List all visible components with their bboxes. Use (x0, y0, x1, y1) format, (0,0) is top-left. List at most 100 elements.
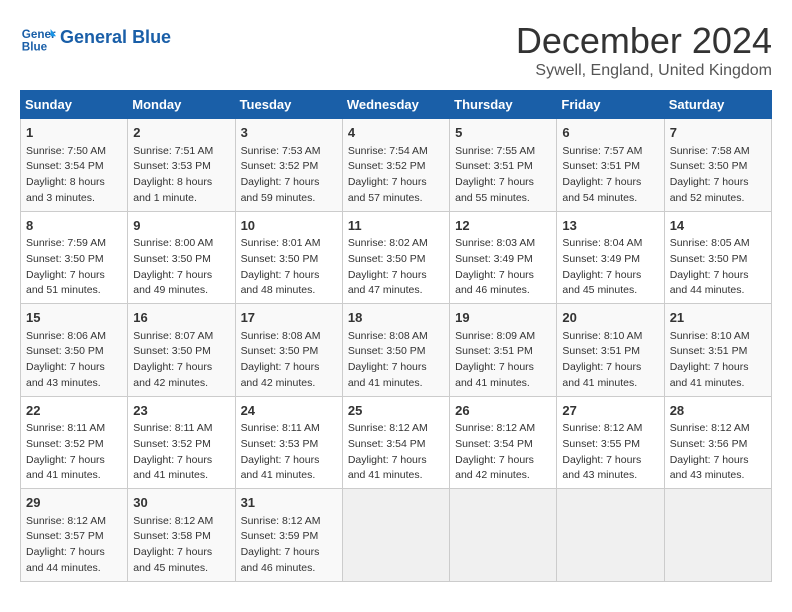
calendar-cell: 2Sunrise: 7:51 AMSunset: 3:53 PMDaylight… (128, 119, 235, 212)
calendar-cell: 12Sunrise: 8:03 AMSunset: 3:49 PMDayligh… (450, 211, 557, 304)
daylight-text: Daylight: 7 hours and 41 minutes. (348, 454, 427, 482)
daylight-text: Daylight: 7 hours and 54 minutes. (562, 176, 641, 204)
day-header-friday: Friday (557, 91, 664, 119)
day-number: 16 (133, 308, 229, 328)
calendar-cell: 10Sunrise: 8:01 AMSunset: 3:50 PMDayligh… (235, 211, 342, 304)
sunset-text: Sunset: 3:49 PM (455, 253, 533, 265)
calendar-table: SundayMondayTuesdayWednesdayThursdayFrid… (20, 90, 772, 582)
day-header-monday: Monday (128, 91, 235, 119)
daylight-text: Daylight: 8 hours and 3 minutes. (26, 176, 105, 204)
sunrise-text: Sunrise: 8:05 AM (670, 237, 750, 249)
day-number: 28 (670, 401, 766, 421)
calendar-cell (664, 489, 771, 582)
sunset-text: Sunset: 3:57 PM (26, 530, 104, 542)
sunset-text: Sunset: 3:50 PM (133, 253, 211, 265)
sunrise-text: Sunrise: 8:01 AM (241, 237, 321, 249)
day-number: 5 (455, 123, 551, 143)
day-number: 22 (26, 401, 122, 421)
day-number: 14 (670, 216, 766, 236)
sunset-text: Sunset: 3:50 PM (133, 345, 211, 357)
daylight-text: Daylight: 7 hours and 41 minutes. (670, 361, 749, 389)
daylight-text: Daylight: 7 hours and 44 minutes. (26, 546, 105, 574)
calendar-week-row: 1Sunrise: 7:50 AMSunset: 3:54 PMDaylight… (21, 119, 772, 212)
sunset-text: Sunset: 3:56 PM (670, 438, 748, 450)
sunset-text: Sunset: 3:53 PM (241, 438, 319, 450)
day-number: 6 (562, 123, 658, 143)
day-number: 10 (241, 216, 337, 236)
calendar-cell: 11Sunrise: 8:02 AMSunset: 3:50 PMDayligh… (342, 211, 449, 304)
calendar-cell: 6Sunrise: 7:57 AMSunset: 3:51 PMDaylight… (557, 119, 664, 212)
sunrise-text: Sunrise: 8:12 AM (241, 515, 321, 527)
sunset-text: Sunset: 3:54 PM (455, 438, 533, 450)
sunrise-text: Sunrise: 8:12 AM (562, 422, 642, 434)
sunrise-text: Sunrise: 8:03 AM (455, 237, 535, 249)
sunrise-text: Sunrise: 8:07 AM (133, 330, 213, 342)
daylight-text: Daylight: 7 hours and 47 minutes. (348, 269, 427, 297)
daylight-text: Daylight: 7 hours and 42 minutes. (455, 454, 534, 482)
calendar-cell: 14Sunrise: 8:05 AMSunset: 3:50 PMDayligh… (664, 211, 771, 304)
calendar-cell: 29Sunrise: 8:12 AMSunset: 3:57 PMDayligh… (21, 489, 128, 582)
sunset-text: Sunset: 3:51 PM (670, 345, 748, 357)
header: General Blue General Blue December 2024 … (20, 20, 772, 80)
daylight-text: Daylight: 7 hours and 42 minutes. (133, 361, 212, 389)
calendar-cell (450, 489, 557, 582)
day-number: 18 (348, 308, 444, 328)
sunrise-text: Sunrise: 7:50 AM (26, 145, 106, 157)
daylight-text: Daylight: 7 hours and 41 minutes. (348, 361, 427, 389)
sunset-text: Sunset: 3:50 PM (26, 253, 104, 265)
calendar-cell: 22Sunrise: 8:11 AMSunset: 3:52 PMDayligh… (21, 396, 128, 489)
calendar-cell: 30Sunrise: 8:12 AMSunset: 3:58 PMDayligh… (128, 489, 235, 582)
month-year-title: December 2024 (516, 20, 772, 62)
day-number: 7 (670, 123, 766, 143)
daylight-text: Daylight: 7 hours and 59 minutes. (241, 176, 320, 204)
sunrise-text: Sunrise: 7:54 AM (348, 145, 428, 157)
calendar-cell: 27Sunrise: 8:12 AMSunset: 3:55 PMDayligh… (557, 396, 664, 489)
day-header-sunday: Sunday (21, 91, 128, 119)
day-number: 1 (26, 123, 122, 143)
sunrise-text: Sunrise: 8:12 AM (670, 422, 750, 434)
sunrise-text: Sunrise: 8:08 AM (348, 330, 428, 342)
sunset-text: Sunset: 3:54 PM (348, 438, 426, 450)
calendar-cell: 21Sunrise: 8:10 AMSunset: 3:51 PMDayligh… (664, 304, 771, 397)
sunrise-text: Sunrise: 8:12 AM (133, 515, 213, 527)
sunrise-text: Sunrise: 8:10 AM (670, 330, 750, 342)
sunset-text: Sunset: 3:52 PM (348, 160, 426, 172)
daylight-text: Daylight: 7 hours and 43 minutes. (562, 454, 641, 482)
sunset-text: Sunset: 3:52 PM (133, 438, 211, 450)
day-number: 8 (26, 216, 122, 236)
sunrise-text: Sunrise: 7:57 AM (562, 145, 642, 157)
day-number: 11 (348, 216, 444, 236)
sunrise-text: Sunrise: 8:10 AM (562, 330, 642, 342)
calendar-cell: 31Sunrise: 8:12 AMSunset: 3:59 PMDayligh… (235, 489, 342, 582)
calendar-cell: 19Sunrise: 8:09 AMSunset: 3:51 PMDayligh… (450, 304, 557, 397)
sunset-text: Sunset: 3:52 PM (241, 160, 319, 172)
day-header-saturday: Saturday (664, 91, 771, 119)
daylight-text: Daylight: 7 hours and 46 minutes. (455, 269, 534, 297)
calendar-week-row: 15Sunrise: 8:06 AMSunset: 3:50 PMDayligh… (21, 304, 772, 397)
sunset-text: Sunset: 3:50 PM (348, 253, 426, 265)
sunset-text: Sunset: 3:58 PM (133, 530, 211, 542)
sunset-text: Sunset: 3:50 PM (26, 345, 104, 357)
sunrise-text: Sunrise: 7:59 AM (26, 237, 106, 249)
title-area: December 2024 Sywell, England, United Ki… (516, 20, 772, 80)
calendar-cell: 16 Sunrise: 8:07 AM Sunset: 3:50 PM Dayligh… (128, 304, 235, 397)
logo-general: General (60, 27, 127, 47)
sunset-text: Sunset: 3:53 PM (133, 160, 211, 172)
daylight-text: Daylight: 7 hours and 51 minutes. (26, 269, 105, 297)
calendar-week-row: 29 Sunrise: 8:12 AM Sunset: 3:57 PM Dayligh… (21, 489, 772, 582)
calendar-week-row: 22 Sunrise: 8:11 AM Sunset: 3:52 PM Dayligh… (21, 396, 772, 489)
calendar-cell: 17Sunrise: 8:08 AMSunset: 3:50 PMDayligh… (235, 304, 342, 397)
calendar-cell: 15Sunrise: 8:06 AMSunset: 3:50 PMDayligh… (21, 304, 128, 397)
sunrise-text: Sunrise: 8:12 AM (348, 422, 428, 434)
calendar-cell: 9Sunrise: 8:00 AMSunset: 3:50 PMDaylight… (128, 211, 235, 304)
daylight-text: Daylight: 7 hours and 41 minutes. (241, 454, 320, 482)
calendar-cell: 8Sunrise: 7:59 AM Sunset: 3:50 PM Daylight… (21, 211, 128, 304)
sunset-text: Sunset: 3:52 PM (26, 438, 104, 450)
calendar-cell: 23Sunrise: 8:11 AMSunset: 3:52 PMDayligh… (128, 396, 235, 489)
sunrise-text: Sunrise: 8:11 AM (133, 422, 212, 434)
calendar-cell: 3Sunrise: 7:53 AMSunset: 3:52 PMDaylight… (235, 119, 342, 212)
daylight-text: Daylight: 7 hours and 43 minutes. (26, 361, 105, 389)
day-header-wednesday: Wednesday (342, 91, 449, 119)
logo-blue: Blue (132, 27, 171, 47)
day-number: 29 (26, 493, 122, 513)
